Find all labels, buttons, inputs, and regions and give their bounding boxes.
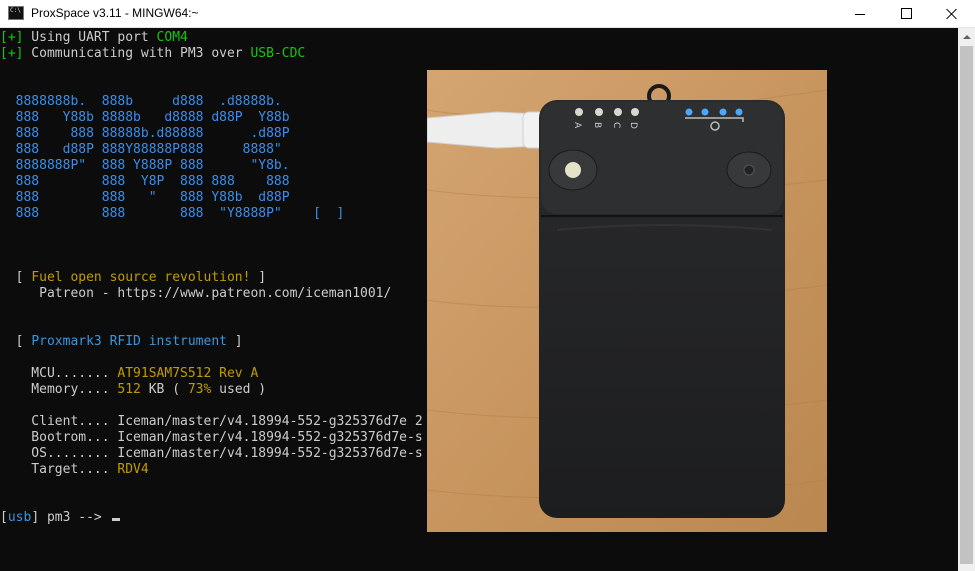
comm-line: [+] Communicating with PM3 over USB-CDC [0,46,305,62]
instrument-text: Proxmark3 RFID instrument [31,334,227,349]
uart-line: [+] Using UART port COM4 [0,30,188,46]
close-button[interactable] [929,0,975,27]
console-app-icon [8,6,24,20]
ascii-art-line: 888 d88P 888Y88888P888 8888" [0,142,282,157]
memory-line: Memory.... 512 KB ( 73% used ) [0,382,266,398]
memory-label: Memory.... [0,382,118,397]
port-label: A [572,122,582,129]
memory-size: 512 [117,382,141,397]
close-icon [946,8,958,20]
maximize-button[interactable] [883,0,929,27]
prompt-usb: usb [7,510,32,525]
bracket: [ [0,270,32,285]
bootrom-line: Bootrom... Iceman/master/v4.18994-552-g3… [0,430,423,445]
ascii-art-line: 888 888 " 888 Y88b d88P [0,190,290,205]
client-line: Client.... Iceman/master/v4.18994-552-g3… [0,414,423,429]
target-value: RDV4 [117,462,149,477]
target-label: Target.... [0,462,118,477]
target-line: Target.... RDV4 [0,462,149,478]
prompt-text: ] pm3 --> [31,510,110,525]
bracket: ] [250,270,267,285]
bracket: [ [0,510,8,525]
memory-tail: used ) [211,382,267,397]
memory-unit: KB ( [140,382,188,397]
ascii-art-line: 8888888P" 888 Y888P 888 "Y8b. [0,158,290,173]
fuel-text: Fuel open source revolution! [31,270,251,285]
instrument-line: [ Proxmark3 RFID instrument ] [0,334,243,350]
memory-percent: 73% [187,382,212,397]
bracket: ] [226,334,243,349]
bracket: [ [0,334,32,349]
command-prompt[interactable]: [usb] pm3 --> [0,510,120,526]
mcu-line: MCU....... AT91SAM7S512 Rev A [0,366,258,382]
uart-text: Using UART port [23,30,157,45]
device-photo: A B C D [427,70,827,532]
vertical-scrollbar[interactable] [958,28,975,571]
ascii-art-line: 888 888 888 "Y8888P" [ ] [0,206,345,221]
comm-text: Communicating with PM3 over [23,46,251,61]
comm-value: USB-CDC [250,46,306,61]
ascii-art-line: 8888888b. 888b d888 .d8888b. [0,94,282,109]
minimize-icon [855,14,865,15]
scroll-up-arrow-icon[interactable] [958,28,975,45]
ascii-art-line: 888 Y88b 8888b d8888 d88P Y88b [0,110,290,125]
window-title: ProxSpace v3.11 - MINGW64:~ [31,6,199,20]
status-prefix: [+] [0,46,24,61]
mcu-value: AT91SAM7S512 Rev A [117,366,259,381]
minimize-button[interactable] [837,0,883,27]
os-line: OS........ Iceman/master/v4.18994-552-g3… [0,446,423,461]
scrollbar-thumb[interactable] [960,46,973,564]
maximize-icon [900,8,912,19]
port-label: D [628,122,638,129]
ascii-art-line: 888 888 88888b.d88888 .d88P [0,126,290,141]
title-bar[interactable]: ProxSpace v3.11 - MINGW64:~ [0,0,975,28]
text-cursor [111,518,120,521]
port-label: C [611,122,621,128]
patreon-line: Patreon - https://www.patreon.com/iceman… [0,286,392,301]
uart-port: COM4 [156,30,188,45]
mcu-label: MCU....... [0,366,118,381]
port-label: B [592,122,602,128]
status-prefix: [+] [0,30,24,45]
fuel-line: [ Fuel open source revolution! ] [0,270,266,286]
proxmark3-device-image: A B C D [427,70,827,532]
ascii-art-line: 888 888 Y8P 888 888 888 [0,174,290,189]
